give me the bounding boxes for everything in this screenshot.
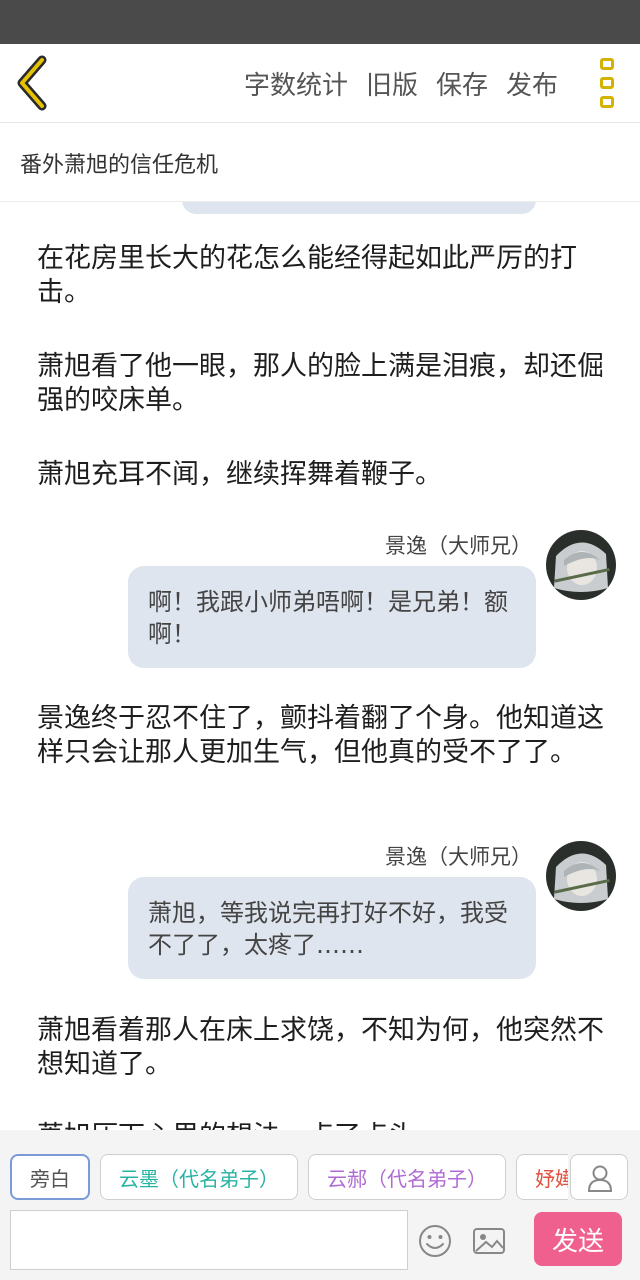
word-count-button[interactable]: 字数统计 [244, 65, 348, 102]
save-button[interactable]: 保存 [436, 65, 488, 102]
add-role-button[interactable] [570, 1154, 628, 1200]
dialogue-bubble[interactable]: 啊！我跟小师弟唔啊！是兄弟！额啊！ [128, 566, 536, 668]
toolbar-actions: 字数统计 旧版 保存 发布 [244, 44, 558, 122]
emoji-button[interactable] [418, 1224, 452, 1258]
role-chip-yunmo[interactable]: 云墨（代名弟子） [100, 1154, 298, 1200]
narration-paragraph: 萧旭压下心里的想法，点了点头。 [37, 1120, 609, 1130]
chapter-title: 番外萧旭的信任危机 [20, 153, 219, 178]
status-bar [0, 0, 640, 44]
publish-button[interactable]: 发布 [506, 65, 558, 102]
old-version-button[interactable]: 旧版 [366, 65, 418, 102]
character-avatar-image [546, 530, 616, 600]
narration-paragraph: 在花房里长大的花怎么能经得起如此严厉的打击。 [37, 243, 577, 308]
smiley-icon [419, 1225, 451, 1257]
role-chip-yunhao[interactable]: 云郝（代名弟子） [308, 1154, 506, 1200]
insert-image-button[interactable] [472, 1224, 506, 1258]
image-icon [473, 1228, 505, 1254]
chapter-title-row[interactable]: 番外萧旭的信任危机 [0, 123, 640, 202]
chevron-left-icon [17, 55, 47, 111]
avatar[interactable] [546, 530, 616, 600]
message-input[interactable] [10, 1210, 408, 1270]
character-avatar-image [546, 841, 616, 911]
narration-paragraph: 萧旭充耳不闻，继续挥舞着鞭子。 [37, 459, 442, 490]
speaker-name: 景逸（大师兄） [385, 845, 532, 869]
more-menu-button[interactable] [600, 58, 614, 108]
back-button[interactable] [10, 54, 58, 112]
speaker-name: 景逸（大师兄） [385, 534, 532, 558]
user-icon [587, 1165, 613, 1192]
more-vertical-icon [600, 58, 614, 70]
narration-paragraph: 景逸终于忍不住了，颤抖着翻了个身。他知道这样只会让那人更加生气，但他真的受不了了… [37, 703, 604, 768]
story-content[interactable]: 在花房里长大的花怎么能经得起如此严厉的打击。 萧旭看了他一眼，那人的脸上满是泪痕… [0, 202, 640, 1130]
narration-paragraph: 萧旭看着那人在床上求饶，不知为何，他突然不想知道了。 [37, 1015, 604, 1080]
dialogue-bubble[interactable]: 萧旭，等我说完再打好不好，我受不了了，太疼了…… [128, 877, 536, 979]
role-chip-yuhua[interactable]: 妤嬅 [516, 1154, 568, 1200]
narration-paragraph: 萧旭看了他一眼，那人的脸上满是泪痕，却还倔强的咬床单。 [37, 351, 604, 416]
role-chip-narration[interactable]: 旁白 [10, 1154, 90, 1200]
composer-panel: 旁白 云墨（代名弟子） 云郝（代名弟子） 妤嬅 发送 [0, 1130, 640, 1280]
avatar[interactable] [546, 841, 616, 911]
top-toolbar: 字数统计 旧版 保存 发布 [0, 44, 640, 123]
previous-dialogue-bubble [182, 202, 536, 214]
send-button[interactable]: 发送 [534, 1212, 622, 1266]
